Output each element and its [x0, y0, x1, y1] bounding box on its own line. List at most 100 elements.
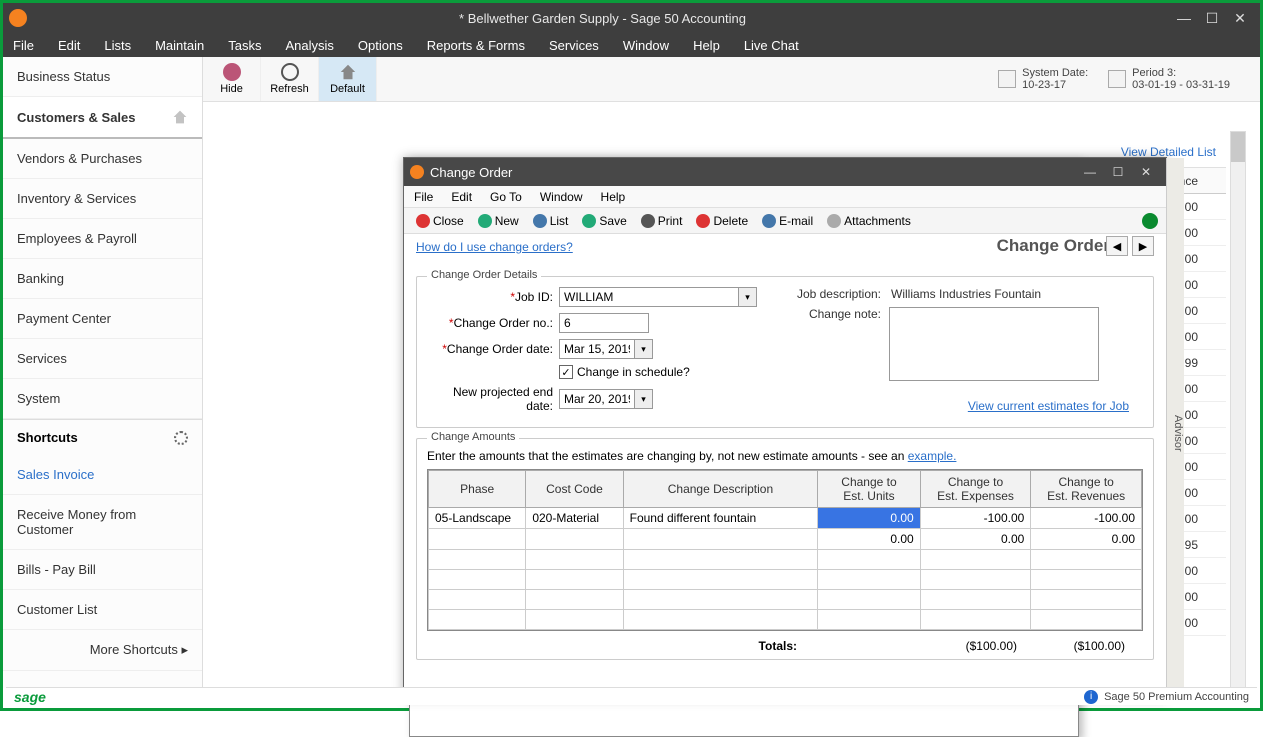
print-button[interactable]: Print: [637, 212, 687, 230]
menu-maintain[interactable]: Maintain: [155, 38, 204, 53]
menu-livechat[interactable]: Live Chat: [744, 38, 799, 53]
schedule-checkbox[interactable]: ✓: [559, 365, 573, 379]
minimize-button[interactable]: —: [1170, 8, 1198, 28]
details-legend: Change Order Details: [427, 269, 541, 281]
sidebar-item-customers-sales[interactable]: Customers & Sales: [3, 97, 202, 139]
menu-analysis[interactable]: Analysis: [285, 38, 333, 53]
delete-button[interactable]: Delete: [692, 212, 752, 230]
grid-row[interactable]: [429, 590, 1142, 610]
new-date-label: New projected end date:: [429, 385, 559, 413]
change-note-input[interactable]: [889, 307, 1099, 381]
menu-tasks[interactable]: Tasks: [228, 38, 261, 53]
sidebar-item-system[interactable]: System: [3, 379, 202, 419]
col-rev[interactable]: Change to Est. Revenues: [1031, 471, 1142, 508]
dlg-menu-edit[interactable]: Edit: [451, 190, 472, 204]
menu-options[interactable]: Options: [358, 38, 403, 53]
advisor-tab[interactable]: Advisor: [1166, 158, 1184, 698]
grid-row[interactable]: [429, 570, 1142, 590]
e-mail-button[interactable]: E-mail: [758, 212, 817, 230]
grid-row[interactable]: [429, 610, 1142, 630]
next-record-button[interactable]: ▶: [1132, 236, 1154, 256]
scrollbar[interactable]: [1230, 131, 1246, 691]
shortcut-bills[interactable]: Bills - Pay Bill: [3, 550, 202, 590]
example-link[interactable]: example.: [908, 449, 957, 463]
menu-edit[interactable]: Edit: [58, 38, 80, 53]
hide-button[interactable]: Hide: [203, 57, 261, 101]
col-costcode[interactable]: Cost Code: [526, 471, 623, 508]
titlebar: * Bellwether Garden Supply - Sage 50 Acc…: [3, 3, 1260, 33]
job-id-input[interactable]: [559, 287, 739, 307]
shortcuts-header: Shortcuts: [3, 419, 202, 455]
info-icon[interactable]: i: [1084, 690, 1098, 704]
col-phase[interactable]: Phase: [429, 471, 526, 508]
prev-record-button[interactable]: ◀: [1106, 236, 1128, 256]
dialog-minimize-button[interactable]: —: [1076, 163, 1104, 181]
dialog-logo-icon: [410, 165, 424, 179]
shortcut-customer-list[interactable]: Customer List: [3, 590, 202, 630]
new-button[interactable]: New: [474, 212, 523, 230]
job-id-label: Job ID:: [429, 290, 559, 304]
shortcut-sales-invoice[interactable]: Sales Invoice: [3, 455, 202, 495]
app-logo-icon: [9, 9, 27, 27]
menu-help[interactable]: Help: [693, 38, 720, 53]
dialog-maximize-button[interactable]: ☐: [1104, 163, 1132, 181]
attachments-button[interactable]: Attachments: [823, 212, 915, 230]
shortcut-more[interactable]: More Shortcuts ▸: [3, 630, 202, 671]
dlg-menu-goto[interactable]: Go To: [490, 190, 522, 204]
shortcut-receive-money[interactable]: Receive Money from Customer: [3, 495, 202, 550]
dlg-menu-file[interactable]: File: [414, 190, 433, 204]
list-button[interactable]: List: [529, 212, 573, 230]
dlg-menu-help[interactable]: Help: [601, 190, 626, 204]
workspace: Hide Refresh Default System Date:10-23-1…: [203, 57, 1260, 688]
help-link[interactable]: How do I use change orders?: [416, 240, 573, 254]
gear-icon[interactable]: [174, 431, 188, 445]
grid-row[interactable]: 0.000.000.00: [429, 529, 1142, 550]
job-desc-label: Job description:: [789, 287, 889, 301]
menubar: File Edit Lists Maintain Tasks Analysis …: [3, 33, 1260, 57]
sidebar-item-employees[interactable]: Employees & Payroll: [3, 219, 202, 259]
menu-reports[interactable]: Reports & Forms: [427, 38, 525, 53]
job-id-dropdown-button[interactable]: ▾: [739, 287, 757, 307]
sage-logo: sage: [14, 689, 46, 705]
menu-services[interactable]: Services: [549, 38, 599, 53]
new-date-input[interactable]: [559, 389, 635, 409]
amounts-fieldset: Change Amounts Enter the amounts that th…: [416, 438, 1154, 660]
default-button[interactable]: Default: [319, 57, 377, 101]
close-button[interactable]: Close: [412, 212, 468, 230]
dialog-close-button[interactable]: ✕: [1132, 163, 1160, 181]
refresh-button[interactable]: Refresh: [261, 57, 319, 101]
menu-lists[interactable]: Lists: [104, 38, 131, 53]
new-date-dropdown-button[interactable]: ▾: [635, 389, 653, 409]
help-icon[interactable]: [1142, 213, 1158, 229]
col-exp[interactable]: Change to Est. Expenses: [920, 471, 1031, 508]
col-desc[interactable]: Change Description: [623, 471, 818, 508]
sidebar-item-services[interactable]: Services: [3, 339, 202, 379]
save-button[interactable]: Save: [578, 212, 630, 230]
scrollbar-thumb[interactable]: [1231, 132, 1245, 162]
dlg-menu-window[interactable]: Window: [540, 190, 583, 204]
shortcuts-label: Shortcuts: [17, 430, 78, 445]
view-estimates-link[interactable]: View current estimates for Job: [968, 399, 1129, 413]
close-button[interactable]: ✕: [1226, 8, 1254, 28]
calendar-icon[interactable]: [998, 70, 1016, 88]
order-date-dropdown-button[interactable]: ▾: [635, 339, 653, 359]
menu-window[interactable]: Window: [623, 38, 669, 53]
menu-file[interactable]: File: [13, 38, 34, 53]
calendar-icon[interactable]: [1108, 70, 1126, 88]
order-no-input[interactable]: [559, 313, 649, 333]
sidebar-item-inventory[interactable]: Inventory & Services: [3, 179, 202, 219]
grid-row[interactable]: 05-Landscape020-MaterialFound different …: [429, 508, 1142, 529]
sidebar-item-vendors[interactable]: Vendors & Purchases: [3, 139, 202, 179]
dialog-menubar: File Edit Go To Window Help: [404, 186, 1166, 208]
schedule-label: Change in schedule?: [577, 365, 690, 379]
sidebar-item-label: Customers & Sales: [17, 110, 136, 125]
amounts-grid[interactable]: Phase Cost Code Change Description Chang…: [427, 469, 1143, 631]
maximize-button[interactable]: ☐: [1198, 8, 1226, 28]
order-date-input[interactable]: [559, 339, 635, 359]
sidebar-item-banking[interactable]: Banking: [3, 259, 202, 299]
grid-row[interactable]: [429, 550, 1142, 570]
sidebar-item-business-status[interactable]: Business Status: [3, 57, 202, 97]
sidebar-item-payment[interactable]: Payment Center: [3, 299, 202, 339]
home-icon: [172, 109, 188, 125]
col-units[interactable]: Change to Est. Units: [818, 471, 920, 508]
